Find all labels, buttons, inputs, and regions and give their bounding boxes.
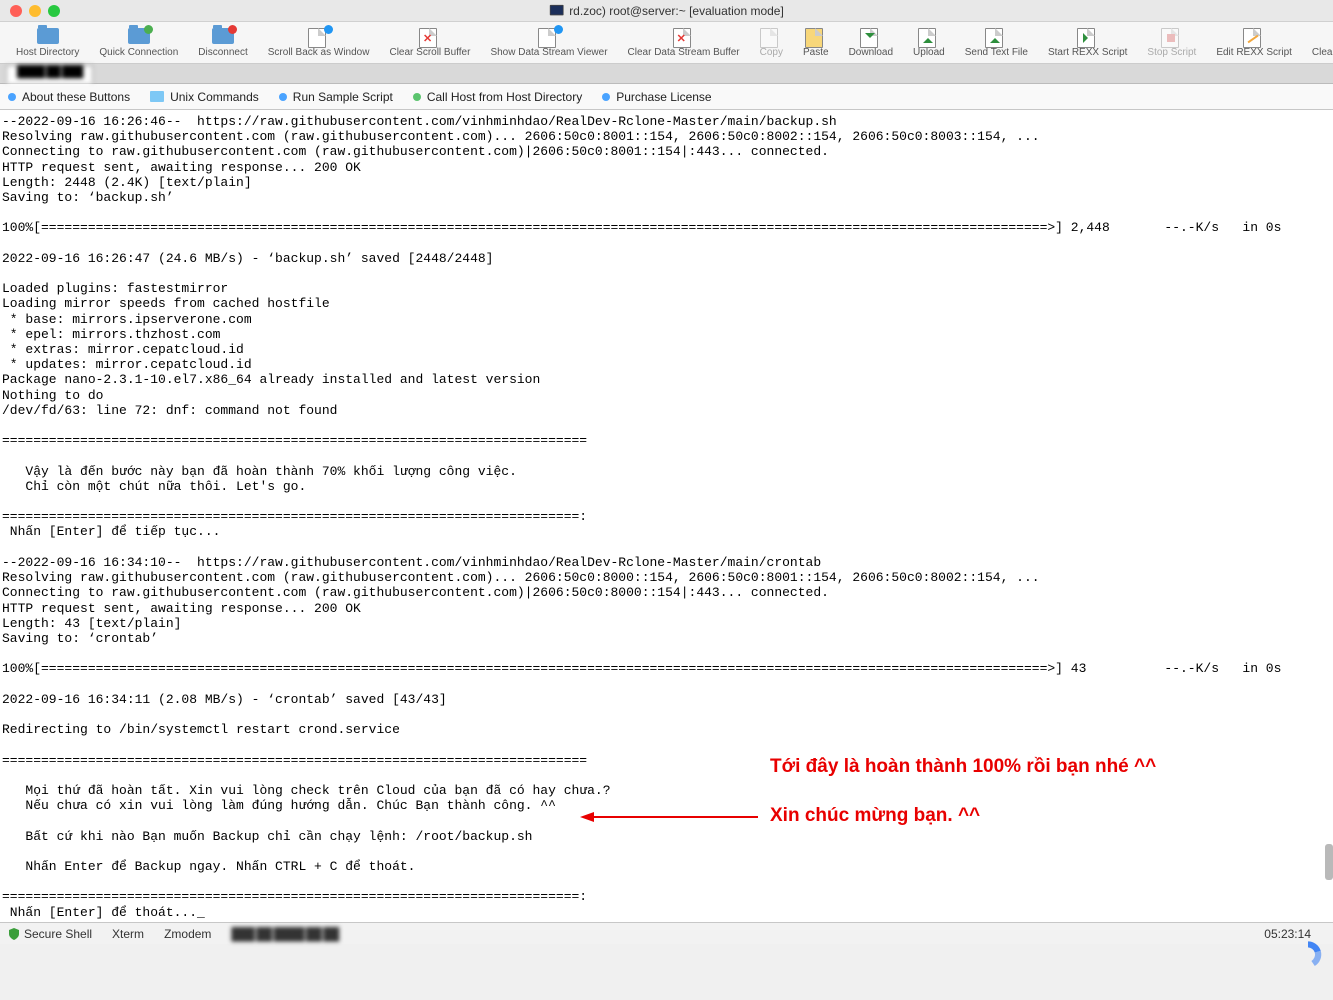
scroll-back-window-button[interactable]: Scroll Back as Window [258,22,380,63]
session-tab[interactable]: ████ ██ ███ [6,65,93,83]
shield-icon [8,928,20,940]
bullet-icon [8,93,16,101]
about-buttons-button[interactable]: About these Buttons [8,90,130,104]
download-button[interactable]: Download [839,22,903,63]
disconnect-button[interactable]: Disconnect [188,22,257,63]
zoom-window-button[interactable] [48,5,60,17]
bullet-icon [413,93,421,101]
terminal-output[interactable]: --2022-09-16 16:26:46-- https://raw.gith… [0,110,1333,922]
status-secure-shell: Secure Shell [8,927,92,941]
bullet-icon [602,93,610,101]
close-window-button[interactable] [10,5,22,17]
minimize-window-button[interactable] [29,5,41,17]
bullet-icon [279,93,287,101]
start-rexx-button[interactable]: Start REXX Script [1038,22,1137,63]
edit-rexx-button[interactable]: Edit REXX Script [1206,22,1302,63]
show-data-stream-button[interactable]: Show Data Stream Viewer [480,22,617,63]
send-text-file-button[interactable]: Send Text File [955,22,1038,63]
annotation-text-2: Xin chúc mừng bạn. ^^ [770,805,980,827]
paste-button[interactable]: Paste [793,22,839,63]
folder-icon [150,91,164,102]
stop-script-button: Stop Script [1137,22,1206,63]
scrollbar-thumb[interactable] [1325,844,1333,880]
purchase-license-button[interactable]: Purchase License [602,90,711,104]
status-xterm: Xterm [112,927,144,941]
clear-scroll-buffer-button[interactable]: ✕Clear Scroll Buffer [379,22,480,63]
annotation-arrow-icon [580,816,760,818]
run-sample-script-button[interactable]: Run Sample Script [279,90,393,104]
host-directory-button[interactable]: Host Directory [6,22,89,63]
quick-bar: About these Buttons Unix Commands Run Sa… [0,84,1333,110]
window-controls [0,5,60,17]
recaptcha-badge-icon [1291,938,1325,972]
status-bar: Secure Shell Xterm Zmodem ███ ██ ████ ██… [0,922,1333,944]
clear-reset-button[interactable]: Clear Screen/Reset Terminal [1302,22,1333,63]
upload-button[interactable]: Upload [903,22,955,63]
title-bar: rd.zoc) root@server:~ [evaluation mode] [0,0,1333,22]
quick-connection-button[interactable]: Quick Connection [89,22,188,63]
unix-commands-button[interactable]: Unix Commands [150,90,259,104]
status-zmodem: Zmodem [164,927,211,941]
copy-button: Copy [750,22,793,63]
main-toolbar: Host Directory Quick Connection Disconne… [0,22,1333,64]
session-tab-strip: ████ ██ ███ [0,64,1333,84]
status-host: ███ ██ ████ ██ ██ [231,927,338,941]
terminal-icon [549,4,563,18]
clear-data-stream-button[interactable]: ✕Clear Data Stream Buffer [618,22,750,63]
window-title: rd.zoc) root@server:~ [evaluation mode] [549,4,784,18]
annotation-text-1: Tới đây là hoàn thành 100% rồi bạn nhé ^… [770,756,1156,778]
call-host-button[interactable]: Call Host from Host Directory [413,90,582,104]
